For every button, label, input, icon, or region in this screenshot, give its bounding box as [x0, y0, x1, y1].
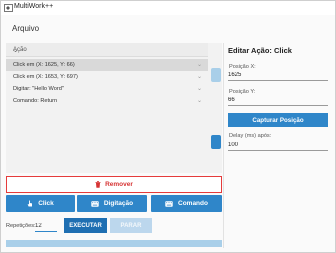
list-rows: Click em (X: 1625, Y: 66) ⌄ Click em (X:…	[6, 59, 208, 107]
edit-action-panel: Editar Ação: Click Posição X: Posição Y:…	[225, 43, 331, 163]
chevron-icon: ⌄	[196, 98, 202, 104]
add-command-button[interactable]: Comando	[151, 195, 222, 212]
keyboard-icon	[91, 200, 99, 207]
title-bar: MultiWork++	[1, 1, 335, 15]
window-title: MultiWork++	[14, 3, 54, 10]
chevron-icon: ⌄	[196, 62, 202, 68]
app-logo-icon	[4, 4, 13, 12]
add-typing-button[interactable]: Digitação	[77, 195, 147, 212]
actions-list: Ação ⌄ Click em (X: 1625, Y: 66) ⌄ Click…	[6, 43, 222, 173]
keyboard-icon	[165, 200, 173, 207]
repetitions-input[interactable]	[35, 220, 57, 232]
pos-y-input[interactable]	[228, 95, 328, 106]
pos-x-input[interactable]	[228, 70, 328, 81]
hand-pointer-icon	[27, 200, 33, 207]
add-click-label: Click	[38, 200, 54, 207]
list-item[interactable]: Click em (X: 1653, Y: 697) ⌄	[6, 71, 208, 83]
list-scrollbar[interactable]	[211, 43, 222, 173]
trash-icon	[95, 181, 101, 188]
list-item-label: Click em (X: 1625, Y: 66)	[13, 62, 75, 68]
list-item-label: Click em (X: 1653, Y: 697)	[13, 74, 78, 80]
app-window: MultiWork++ Arquivo Ação ⌄ Click em (X: …	[0, 0, 336, 253]
remove-button[interactable]: Remover	[6, 176, 222, 193]
menu-bar: Arquivo	[1, 15, 335, 39]
execute-button[interactable]: EXECUTAR	[64, 218, 107, 233]
repetitions-label: Repetições:	[6, 223, 36, 229]
list-item-label: Comando: Return	[13, 98, 58, 104]
add-command-label: Comando	[178, 200, 208, 207]
scrollbar-thumb[interactable]	[211, 68, 221, 82]
list-item[interactable]: Digitar: "Hello Word" ⌄	[6, 83, 208, 95]
list-item-label: Digitar: "Hello Word"	[13, 86, 64, 92]
chevron-icon: ⌄	[196, 74, 202, 80]
edit-panel-title: Editar Ação: Click	[228, 46, 292, 55]
chevron-icon: ⌄	[196, 86, 202, 92]
remove-button-label: Remover	[105, 181, 133, 188]
chevron-icon: ⌄	[13, 48, 19, 54]
stop-button[interactable]: PARAR	[110, 218, 152, 233]
delay-input[interactable]	[228, 140, 328, 151]
capture-position-button[interactable]: Capturar Posição	[228, 113, 328, 127]
list-header[interactable]: Ação ⌄	[6, 43, 208, 57]
list-item[interactable]: Comando: Return ⌄	[6, 95, 208, 107]
list-item[interactable]: Click em (X: 1625, Y: 66) ⌄	[6, 59, 208, 71]
add-click-button[interactable]: Click	[6, 195, 75, 212]
menu-arquivo[interactable]: Arquivo	[12, 24, 39, 33]
scrollbar-thumb-active[interactable]	[211, 135, 221, 149]
status-bar	[6, 240, 222, 247]
delay-label: Delay (ms) após:	[229, 133, 272, 139]
panel-divider	[223, 43, 224, 248]
add-typing-label: Digitação	[103, 200, 134, 207]
